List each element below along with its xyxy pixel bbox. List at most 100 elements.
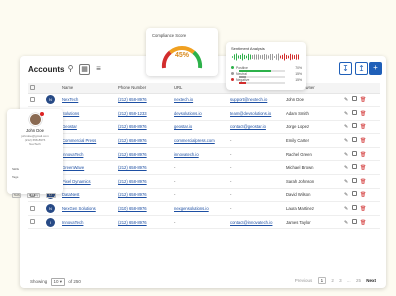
table-row[interactable]: CCommercial Press(212) 658-8976commercia…: [28, 133, 380, 148]
edit-icon[interactable]: ✎: [344, 207, 349, 212]
delete-icon[interactable]: 🗑: [360, 193, 366, 198]
table-row[interactable]: GGreenWave(212) 658-8976--Michael Brown✎…: [28, 160, 380, 176]
page-title: Accounts: [28, 65, 65, 74]
view-icon[interactable]: [352, 205, 357, 211]
waveform-bar: [288, 55, 289, 59]
sentiment-bar-fill: [239, 82, 246, 84]
view-icon[interactable]: [352, 191, 357, 197]
edit-icon[interactable]: ✎: [344, 139, 349, 144]
add-account-button[interactable]: +: [369, 62, 382, 75]
account-email[interactable]: support@nextech.io: [228, 93, 284, 108]
delete-icon[interactable]: 🗑: [360, 220, 366, 226]
page-ellipsis: ...: [346, 278, 351, 283]
view-icon[interactable]: [352, 109, 357, 115]
col-phone[interactable]: Phone Number: [116, 83, 172, 94]
page-1[interactable]: 1: [317, 277, 327, 284]
phone-number[interactable]: (212) 658-8976: [116, 215, 172, 230]
table-row[interactable]: N NexTech (212) 658-8976 nextech.io support@…: [28, 93, 380, 108]
grid-icon[interactable]: ▦: [79, 64, 90, 75]
account-name[interactable]: InnovaTech: [60, 147, 116, 162]
account-name[interactable]: GreenWave: [60, 160, 116, 176]
col-name[interactable]: Name: [60, 83, 116, 94]
phone-number[interactable]: (310) 658-8976: [116, 201, 172, 216]
delete-icon[interactable]: 🗑: [360, 111, 366, 117]
page-2[interactable]: 2: [331, 278, 334, 283]
account-name[interactable]: Geostar: [60, 120, 116, 135]
account-email[interactable]: contact@innovatech.io: [228, 215, 284, 230]
view-icon[interactable]: [352, 150, 357, 156]
edit-icon[interactable]: ✎: [344, 193, 349, 198]
sentiment-bar: [239, 82, 285, 84]
page-3[interactable]: 3: [339, 278, 342, 283]
account-url[interactable]: devsolutions.io: [172, 106, 228, 121]
phone-number[interactable]: (212) 658-8976: [116, 174, 172, 189]
row-checkbox[interactable]: [30, 205, 35, 211]
next-button[interactable]: Next: [366, 278, 376, 283]
delete-icon[interactable]: 🗑: [360, 152, 366, 158]
delete-icon[interactable]: 🗑: [360, 179, 366, 185]
account-name[interactable]: NexTech: [60, 93, 116, 108]
table-row[interactable]: SSolutions(212) 658-1233devsolutions.iot…: [28, 106, 380, 121]
col-url[interactable]: URL: [172, 83, 228, 94]
delete-icon[interactable]: 🗑: [360, 139, 366, 144]
account-name[interactable]: InnovaTech: [60, 215, 116, 230]
download-icon[interactable]: ↧: [339, 62, 352, 75]
table-row[interactable]: GGeostar(212) 658-8976geostar.iocontact@…: [28, 120, 380, 135]
sentiment-title: Sentiment Analysis: [231, 46, 265, 51]
waveform-bar: [274, 56, 275, 58]
account-url[interactable]: innovatech.io: [172, 147, 228, 162]
edit-icon[interactable]: ✎: [344, 125, 349, 130]
account-name[interactable]: DataNest: [60, 188, 116, 203]
delete-icon[interactable]: 🗑: [360, 166, 366, 171]
delete-icon[interactable]: 🗑: [360, 207, 366, 212]
table-row[interactable]: PPixel Dynamics(212) 658-8976--Sarah Joh…: [28, 174, 380, 189]
account-email[interactable]: team@devsolutions.io: [228, 106, 284, 121]
account-url[interactable]: nexgensolutions.io: [172, 201, 228, 216]
view-icon[interactable]: [352, 218, 357, 224]
phone-number[interactable]: (212) 658-8976: [116, 188, 172, 203]
filter-sliders-icon[interactable]: ≡: [93, 64, 104, 75]
previous-button[interactable]: Previous: [295, 278, 313, 283]
account-name[interactable]: Solutions: [60, 106, 116, 121]
waveform-bar: [252, 55, 253, 59]
edit-icon[interactable]: ✎: [344, 152, 349, 158]
view-icon[interactable]: [352, 177, 357, 183]
account-url[interactable]: nextech.io: [172, 93, 228, 108]
row-checkbox[interactable]: [30, 219, 35, 225]
phone-number[interactable]: (212) 658-8976: [116, 133, 172, 148]
delete-icon[interactable]: 🗑: [360, 98, 366, 103]
account-name[interactable]: Commercial Press: [60, 133, 116, 148]
edit-icon[interactable]: ✎: [344, 179, 349, 185]
edit-icon[interactable]: ✎: [344, 111, 349, 117]
edit-icon[interactable]: ✎: [344, 166, 349, 171]
phone-number[interactable]: (212) 658-8976: [116, 93, 172, 108]
phone-number[interactable]: (212) 658-8976: [116, 120, 172, 135]
phone-number[interactable]: (212) 658-8976: [116, 147, 172, 162]
waveform-bar: [284, 53, 285, 61]
view-icon[interactable]: [352, 164, 357, 170]
table-row[interactable]: IInnovaTech(212) 658-8976innovatech.io-R…: [28, 147, 380, 162]
select-all-checkbox[interactable]: [30, 84, 35, 90]
table-row[interactable]: D DataNest (212) 658-8976- - David Wilson ✎ 🗑: [28, 188, 380, 203]
search-icon[interactable]: ⚲: [65, 64, 76, 75]
phone-number[interactable]: (212) 658-1233: [116, 106, 172, 121]
account-name[interactable]: Pixel Dynamics: [60, 174, 116, 189]
legend-dot: [231, 66, 234, 69]
view-icon[interactable]: [352, 123, 357, 129]
table-row[interactable]: I InnovaTech (212) 658-8976- contact@innova…: [28, 215, 380, 230]
account-name[interactable]: NexGen Solutions: [60, 201, 116, 216]
page-size-select[interactable]: 10 ▾: [50, 278, 66, 286]
edit-icon[interactable]: ✎: [344, 220, 349, 226]
account-url[interactable]: geostar.io: [172, 120, 228, 135]
account-email[interactable]: contact@geostar.io: [228, 120, 284, 135]
view-icon[interactable]: [352, 96, 357, 102]
account-url[interactable]: commercialpress.com: [172, 133, 228, 148]
table-row[interactable]: N NexGen Solutions (310) 658-8976 nexgensol…: [28, 201, 380, 216]
page-25[interactable]: 25: [356, 278, 361, 283]
phone-number[interactable]: (212) 658-8976: [116, 160, 172, 176]
row-checkbox[interactable]: [30, 96, 35, 102]
view-icon[interactable]: [352, 137, 357, 143]
delete-icon[interactable]: 🗑: [360, 125, 366, 130]
edit-icon[interactable]: ✎: [344, 98, 349, 103]
upload-icon[interactable]: ↥: [355, 62, 368, 75]
